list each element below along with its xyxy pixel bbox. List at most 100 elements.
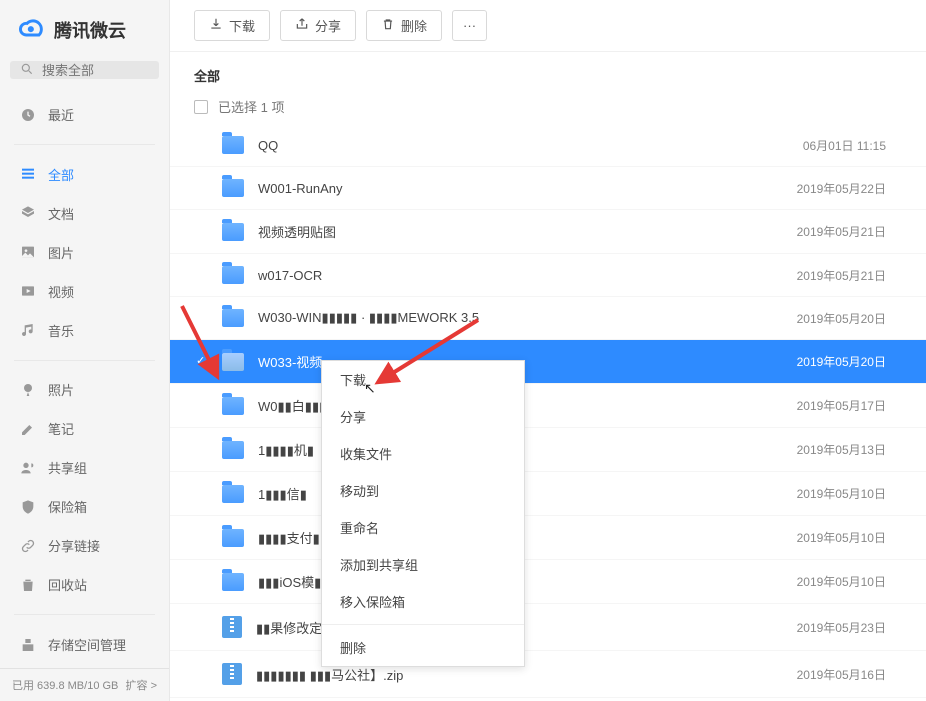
file-date: 2019年05月22日 [797, 180, 886, 197]
nav-videos[interactable]: 视频 [0, 272, 169, 311]
sidebar: 腾讯微云 最近 全部 文档 图片 视频 音乐 照片 笔记 共享组 保险箱 分享链… [0, 0, 170, 701]
nav-storage[interactable]: 存储空间管理 [0, 625, 169, 664]
folder-icon [222, 223, 244, 241]
ctx-tosafebox[interactable]: 移入保险箱 [322, 583, 524, 620]
grid-icon [20, 166, 36, 182]
link-icon [20, 538, 36, 554]
file-list: QQ 06月01日 11:15 W001-RunAny 2019年05月22日视频透明… [170, 124, 926, 701]
context-menu: 下载 分享 收集文件 移动到 重命名 添加到共享组 移入保险箱 删除 [321, 360, 525, 667]
trash-icon [20, 577, 36, 593]
select-all-checkbox[interactable] [194, 100, 208, 114]
file-date: 2019年05月10日 [797, 529, 886, 546]
balloon-icon [20, 382, 36, 398]
nav-safebox[interactable]: 保险箱 [0, 487, 169, 526]
ctx-share[interactable]: 分享 [322, 398, 524, 435]
file-row[interactable]: 视频透明贴图2019年05月21日 [170, 210, 926, 254]
nav-images[interactable]: 图片 [0, 233, 169, 272]
folder-icon [222, 353, 244, 371]
music-icon [20, 322, 36, 338]
ctx-moveto[interactable]: 移动到 [322, 472, 524, 509]
toolbar: 下载 分享 删除 ··· [170, 0, 926, 52]
clock-icon [20, 107, 36, 123]
ctx-delete[interactable]: 删除 [322, 629, 524, 666]
sidebar-footer: 已用 639.8 MB/10 GB 扩容 > [0, 668, 169, 701]
file-row[interactable]: W030-WIN▮▮▮▮▮ · ▮▮▮▮MEWORK 3.5 2019年05月20… [170, 297, 926, 340]
file-date: 2019年05月13日 [797, 441, 886, 458]
file-name: QQ [258, 138, 789, 153]
brand: 腾讯微云 [0, 0, 169, 55]
file-name: w017-OCR [258, 268, 783, 283]
more-button[interactable]: ··· [452, 10, 487, 41]
shield-icon [20, 499, 36, 515]
file-date: 2019年05月20日 [797, 353, 886, 370]
folder-icon [222, 573, 244, 591]
file-row[interactable]: ▮▮▮iOS模▮2019年05月10日 [170, 560, 926, 604]
delete-button[interactable]: 删除 [366, 10, 442, 41]
users-icon [20, 460, 36, 476]
share-icon [295, 17, 309, 34]
ctx-addshare[interactable]: 添加到共享组 [322, 546, 524, 583]
nav-trash[interactable]: 回收站 [0, 565, 169, 604]
search-box[interactable] [10, 61, 159, 79]
pencil-icon [20, 421, 36, 437]
brand-logo-icon [18, 14, 46, 45]
folder-icon [222, 266, 244, 284]
row-checkbox[interactable] [194, 355, 208, 369]
image-icon [20, 244, 36, 260]
search-icon [20, 62, 34, 79]
nav-sharegroup[interactable]: 共享组 [0, 448, 169, 487]
file-date: 2019年05月17日 [797, 397, 886, 414]
nav-photos[interactable]: 照片 [0, 370, 169, 409]
nav-all[interactable]: 全部 [0, 155, 169, 194]
share-button[interactable]: 分享 [280, 10, 356, 41]
file-row[interactable]: ▮▮▮▮支付▮2019年05月10日 [170, 516, 926, 560]
file-name: W030-WIN▮▮▮▮▮ · ▮▮▮▮MEWORK 3.5 [258, 310, 783, 326]
folder-icon [222, 397, 244, 415]
file-name: 视频透明贴图 [258, 222, 783, 241]
file-row[interactable]: W001-RunAny 2019年05月22日 [170, 167, 926, 210]
selection-row: 已选择 1 项 [170, 93, 926, 124]
nav-docs[interactable]: 文档 [0, 194, 169, 233]
file-date: 2019年05月16日 [797, 666, 886, 683]
file-row[interactable]: w017-OCR 2019年05月21日 [170, 254, 926, 297]
download-button[interactable]: 下载 [194, 10, 270, 41]
file-date: 06月01日 11:15 [803, 137, 886, 154]
file-date: 2019年05月10日 [797, 573, 886, 590]
file-row[interactable]: 1▮▮▮▮机▮2019年05月13日 [170, 428, 926, 472]
file-row[interactable]: ▮▮▮▮▮▮▮ ▮▮▮马公社】.zip 2019年05月16日 [170, 651, 926, 698]
ctx-collect[interactable]: 收集文件 [322, 435, 524, 472]
brand-name: 腾讯微云 [54, 17, 126, 43]
folder-icon [222, 179, 244, 197]
file-date: 2019年05月20日 [797, 310, 886, 327]
folder-icon [222, 485, 244, 503]
nav-recent[interactable]: 最近 [0, 95, 169, 134]
page-title: 全部 [170, 52, 926, 93]
file-name: ▮▮▮▮▮▮▮ ▮▮▮马公社】.zip [256, 665, 783, 684]
video-icon [20, 283, 36, 299]
layers-icon [20, 205, 36, 221]
file-date: 2019年05月21日 [797, 267, 886, 284]
folder-icon [222, 441, 244, 459]
file-row[interactable]: 1▮▮▮信▮2019年05月10日 [170, 472, 926, 516]
folder-icon [222, 309, 244, 327]
selection-count: 已选择 1 项 [218, 97, 284, 116]
file-date: 2019年05月23日 [797, 619, 886, 636]
file-row[interactable]: W0▮▮白▮▮▮2019年05月17日 [170, 384, 926, 428]
download-icon [209, 17, 223, 34]
file-row[interactable]: ▮▮果修改定位(1).zip2019年05月23日 [170, 604, 926, 651]
file-name: W001-RunAny [258, 181, 783, 196]
ctx-download[interactable]: 下载 [322, 361, 524, 398]
zip-icon [222, 616, 242, 638]
file-date: 2019年05月10日 [797, 485, 886, 502]
file-row[interactable]: W033-视频2019年05月20日 [170, 340, 926, 384]
ctx-rename[interactable]: 重命名 [322, 509, 524, 546]
nav-notes[interactable]: 笔记 [0, 409, 169, 448]
main: 下载 分享 删除 ··· 全部 已选择 1 项 QQ 06月01日 11:15 W0… [170, 0, 926, 701]
expand-storage[interactable]: 扩容 > [126, 677, 157, 693]
storage-usage: 已用 639.8 MB/10 GB [12, 677, 118, 693]
nav-sharelink[interactable]: 分享链接 [0, 526, 169, 565]
storage-icon [20, 637, 36, 653]
nav-music[interactable]: 音乐 [0, 311, 169, 350]
folder-icon [222, 529, 244, 547]
file-row[interactable]: QQ 06月01日 11:15 [170, 124, 926, 167]
